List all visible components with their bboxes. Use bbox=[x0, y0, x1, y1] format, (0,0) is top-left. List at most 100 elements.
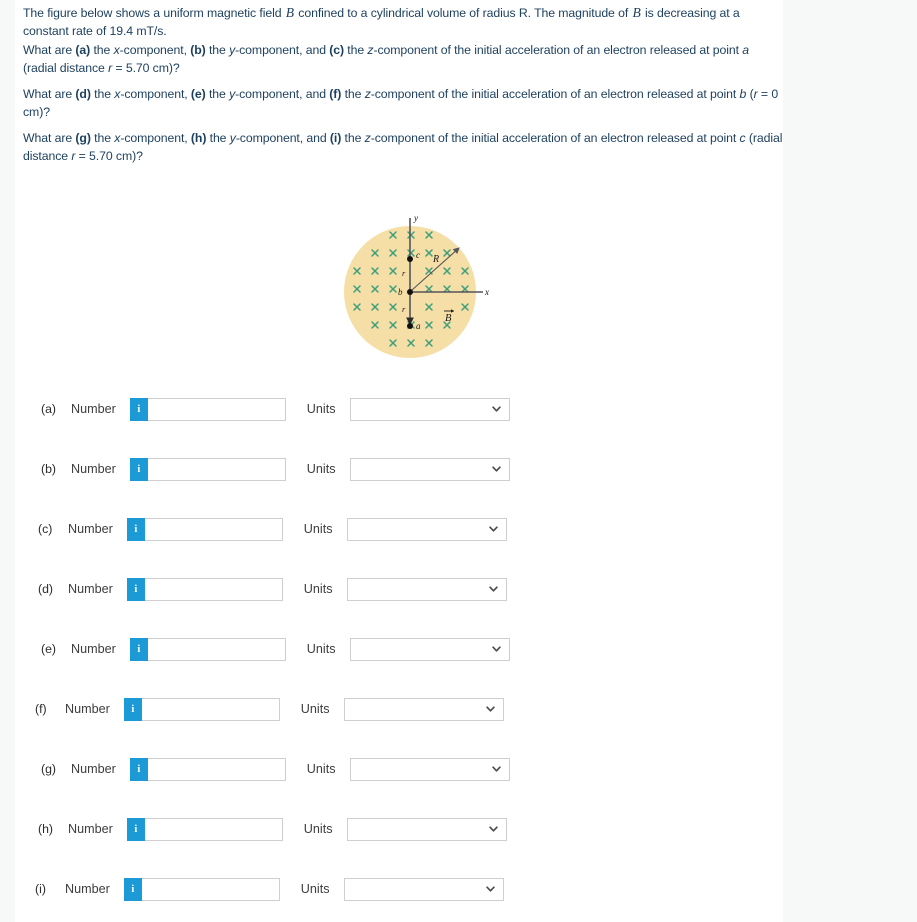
math-symbol-B: B bbox=[285, 5, 294, 20]
chevron-down-icon-e bbox=[491, 646, 501, 652]
info-icon-d[interactable]: i bbox=[126, 577, 145, 601]
radius-R-label: R bbox=[432, 254, 439, 265]
number-input-group-f: i bbox=[123, 697, 280, 721]
info-icon-h[interactable]: i bbox=[126, 817, 145, 841]
units-select-i[interactable] bbox=[343, 877, 504, 901]
problem-paragraph-abc: What are (a) the x-component, (b) the y-… bbox=[23, 43, 750, 75]
number-label-g: Number bbox=[71, 762, 116, 776]
info-icon-a[interactable]: i bbox=[129, 397, 148, 421]
point-c-dot bbox=[407, 256, 413, 262]
chevron-down-icon-d bbox=[488, 586, 498, 592]
answer-row-e: (e) Number i Units bbox=[41, 636, 510, 662]
units-label-g: Units bbox=[306, 762, 336, 776]
number-label-f: Number bbox=[65, 702, 110, 716]
number-input-g[interactable] bbox=[147, 757, 286, 781]
number-input-i[interactable] bbox=[141, 877, 280, 901]
point-b-dot bbox=[407, 289, 413, 295]
answer-row-i: (i) Number i Units bbox=[35, 876, 504, 902]
units-select-c[interactable] bbox=[346, 517, 507, 541]
units-select-d[interactable] bbox=[346, 577, 507, 601]
chevron-down-icon-b bbox=[491, 466, 501, 472]
number-input-group-b: i bbox=[129, 457, 286, 481]
answer-row-g: (g) Number i Units bbox=[41, 756, 510, 782]
rate-value: 19.4 mT/s bbox=[109, 23, 164, 38]
units-select-f[interactable] bbox=[343, 697, 504, 721]
answer-row-f: (f) Number i Units bbox=[35, 696, 504, 722]
answer-row-b: (b) Number i Units bbox=[41, 456, 510, 482]
units-label-d: Units bbox=[303, 582, 333, 596]
axis-x-label: x bbox=[484, 287, 489, 297]
answer-row-letter-h: (h) bbox=[38, 822, 54, 836]
magnetic-field-figure: y x c b a r r R B bbox=[328, 208, 493, 373]
answer-row-letter-d: (d) bbox=[38, 582, 54, 596]
point-c-label: c bbox=[416, 250, 420, 260]
units-select-g[interactable] bbox=[349, 757, 510, 781]
number-input-e[interactable] bbox=[147, 637, 286, 661]
units-select-h[interactable] bbox=[346, 817, 507, 841]
units-label-b: Units bbox=[306, 462, 336, 476]
units-label-c: Units bbox=[303, 522, 333, 536]
number-input-a[interactable] bbox=[147, 397, 286, 421]
problem-paragraph-ghi: What are (g) the x-component, (h) the y-… bbox=[23, 131, 783, 163]
number-input-group-i: i bbox=[123, 877, 280, 901]
answer-row-letter-b: (b) bbox=[41, 462, 57, 476]
page-background: The figure below shows a uniform magneti… bbox=[0, 0, 917, 922]
point-a-dot bbox=[407, 323, 413, 329]
number-input-group-c: i bbox=[126, 517, 283, 541]
answer-row-h: (h) Number i Units bbox=[38, 816, 507, 842]
answer-row-letter-i: (i) bbox=[35, 882, 46, 896]
question-card: The figure below shows a uniform magneti… bbox=[15, 0, 783, 922]
answer-row-d: (d) Number i Units bbox=[38, 576, 507, 602]
units-label-a: Units bbox=[306, 402, 336, 416]
answer-row-letter-e: (e) bbox=[41, 642, 57, 656]
number-label-c: Number bbox=[68, 522, 113, 536]
radial-distance-c: 5.70 cm bbox=[89, 148, 133, 163]
number-label-h: Number bbox=[68, 822, 113, 836]
number-label-d: Number bbox=[68, 582, 113, 596]
number-input-group-g: i bbox=[129, 757, 286, 781]
number-label-e: Number bbox=[71, 642, 116, 656]
answer-row-c: (c) Number i Units bbox=[38, 516, 507, 542]
units-select-a[interactable] bbox=[349, 397, 510, 421]
units-select-b[interactable] bbox=[349, 457, 510, 481]
axis-y-label: y bbox=[413, 213, 418, 223]
problem-paragraph-def: What are (d) the x-component, (e) the y-… bbox=[23, 87, 779, 119]
chevron-down-icon-g bbox=[491, 766, 501, 772]
number-input-d[interactable] bbox=[144, 577, 283, 601]
answer-row-letter-a: (a) bbox=[41, 402, 57, 416]
chevron-down-icon-h bbox=[488, 826, 498, 832]
units-label-i: Units bbox=[300, 882, 330, 896]
info-icon-f[interactable]: i bbox=[123, 697, 142, 721]
units-label-f: Units bbox=[300, 702, 330, 716]
chevron-down-icon-c bbox=[488, 526, 498, 532]
info-icon-b[interactable]: i bbox=[129, 457, 148, 481]
chevron-down-icon-i bbox=[485, 886, 495, 892]
number-input-group-a: i bbox=[129, 397, 286, 421]
answer-row-a: (a) Number i Units bbox=[41, 396, 510, 422]
point-a-label: a bbox=[416, 321, 421, 331]
answer-row-letter-f: (f) bbox=[35, 702, 47, 716]
number-input-b[interactable] bbox=[147, 457, 286, 481]
info-icon-e[interactable]: i bbox=[129, 637, 148, 661]
number-input-f[interactable] bbox=[141, 697, 280, 721]
chevron-down-icon-f bbox=[485, 706, 495, 712]
radial-distance-b: 0 cm bbox=[23, 87, 779, 119]
math-symbol-B: B bbox=[632, 5, 641, 20]
info-icon-c[interactable]: i bbox=[126, 517, 145, 541]
units-label-e: Units bbox=[306, 642, 336, 656]
number-input-group-h: i bbox=[126, 817, 283, 841]
info-icon-i[interactable]: i bbox=[123, 877, 142, 901]
number-label-b: Number bbox=[71, 462, 116, 476]
chevron-down-icon-a bbox=[491, 406, 501, 412]
svg-text:B: B bbox=[445, 313, 452, 324]
units-select-e[interactable] bbox=[349, 637, 510, 661]
number-input-h[interactable] bbox=[144, 817, 283, 841]
problem-paragraph-intro: The figure below shows a uniform magneti… bbox=[23, 5, 740, 38]
number-label-a: Number bbox=[71, 402, 116, 416]
units-label-h: Units bbox=[303, 822, 333, 836]
point-b-label: b bbox=[398, 287, 403, 297]
info-icon-g[interactable]: i bbox=[129, 757, 148, 781]
number-label-i: Number bbox=[65, 882, 110, 896]
answer-row-letter-c: (c) bbox=[38, 522, 53, 536]
number-input-c[interactable] bbox=[144, 517, 283, 541]
